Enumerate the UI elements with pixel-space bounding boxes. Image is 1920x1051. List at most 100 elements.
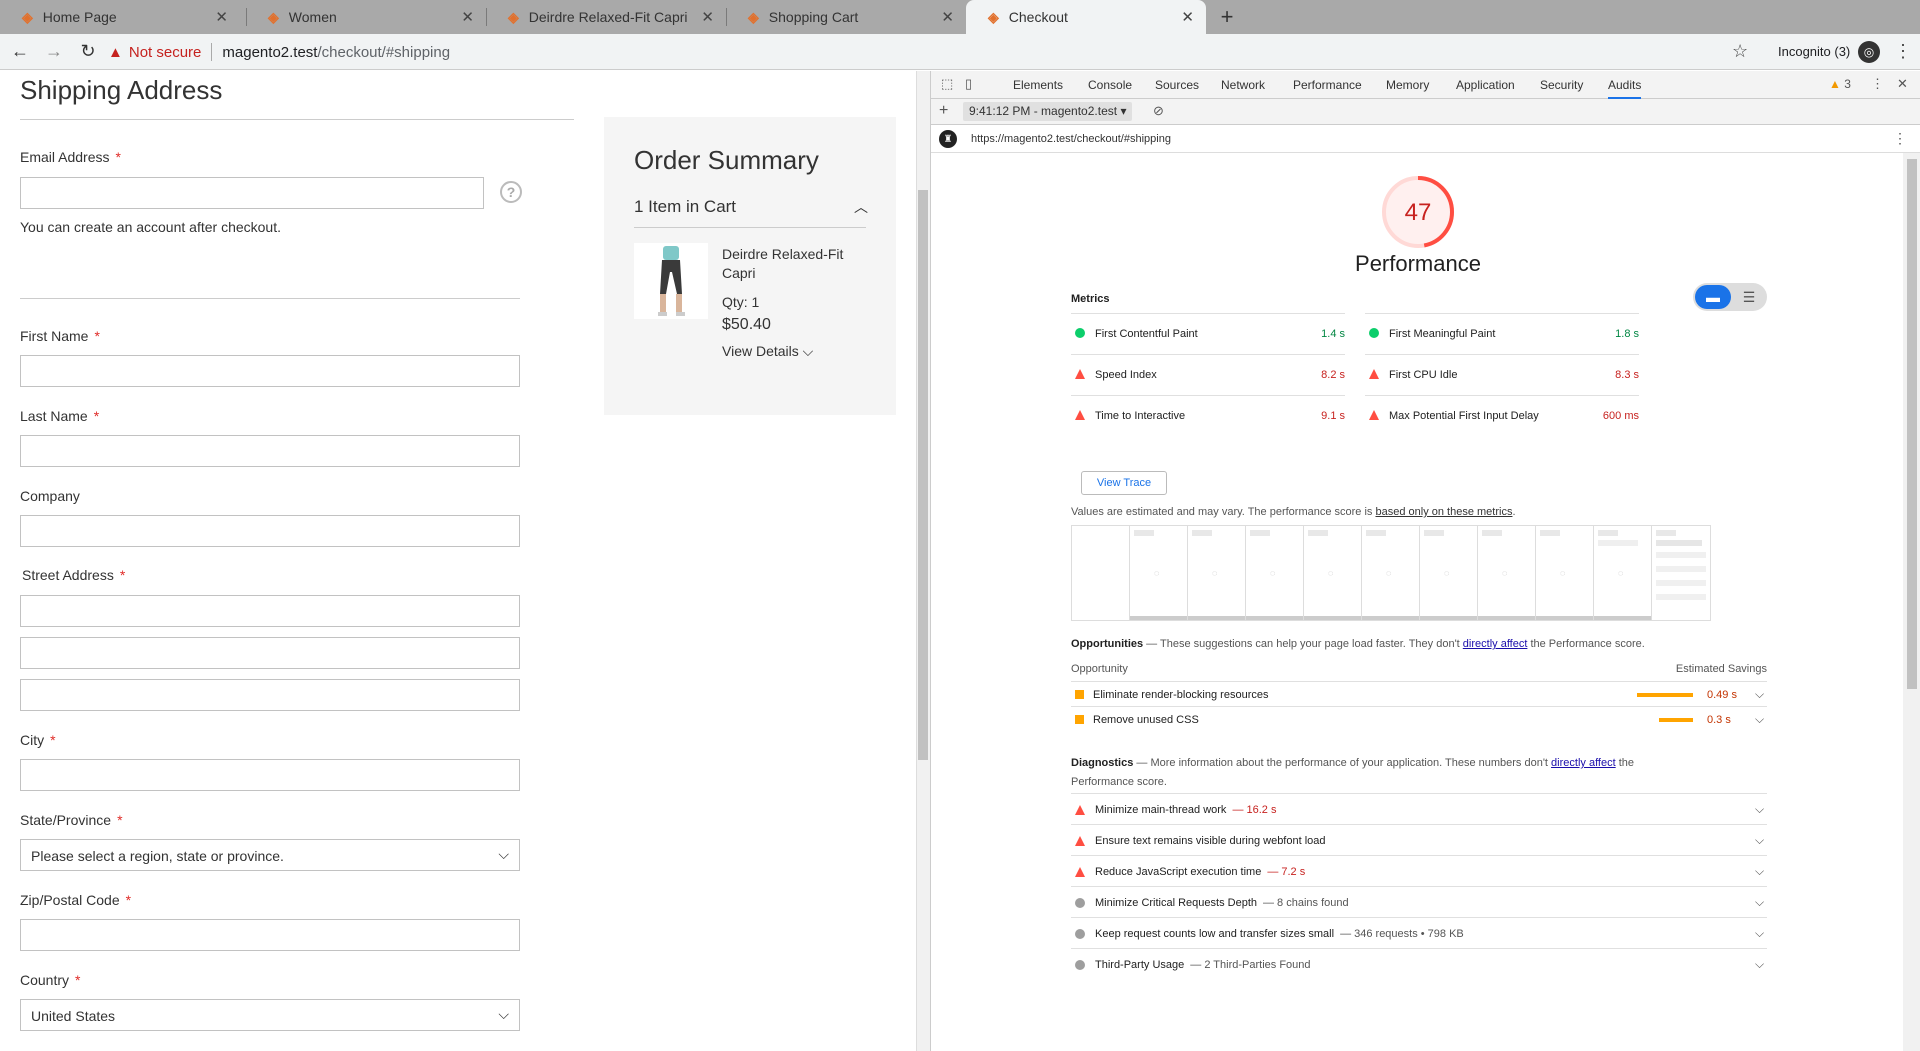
forward-arrow-icon[interactable]: → [40, 38, 68, 66]
diagnostic-row[interactable]: Ensure text remains visible during webfo… [1071, 824, 1767, 855]
diagnostic-row[interactable]: Minimize Critical Requests Depth — 8 chai… [1071, 886, 1767, 917]
devtools-tab-network[interactable]: Network [1221, 78, 1265, 92]
chevron-down-icon[interactable]: ⌵ [1755, 864, 1764, 879]
diagnostic-row[interactable]: Keep request counts low and transfer siz… [1071, 917, 1767, 948]
items-in-cart[interactable]: 1 Item in Cart [634, 197, 736, 217]
country-label: Country * [20, 972, 80, 988]
bookmark-star-icon[interactable]: ☆ [1732, 41, 1748, 62]
company-label: Company [20, 488, 80, 504]
compact-view-icon[interactable]: ▬ [1695, 285, 1731, 309]
new-tab-button[interactable]: + [1212, 0, 1242, 34]
tab-title: Checkout [1008, 9, 1068, 25]
opportunity-row[interactable]: Remove unused CSS 0.3 s ⌵ [1071, 706, 1767, 731]
chevron-down-icon[interactable]: ⌵ [1755, 895, 1764, 910]
last-name-field[interactable] [20, 435, 520, 467]
filmstrip-frame: ◌ [1361, 525, 1421, 621]
chevron-down-icon[interactable]: ⌵ [1755, 687, 1764, 702]
devtools-scrollbar-thumb[interactable] [1907, 159, 1917, 689]
inspect-element-icon[interactable]: ⬚ [941, 76, 953, 92]
help-icon[interactable]: ? [500, 181, 522, 203]
street-line-3-field[interactable] [20, 679, 520, 711]
street-line-2-field[interactable] [20, 637, 520, 669]
report-selector[interactable]: 9:41:12 PM - magento2.test ▾ [963, 102, 1133, 121]
close-icon[interactable]: ✕ [461, 8, 474, 26]
street-label: Street Address * [22, 567, 125, 583]
devtools-tab-audits[interactable]: Audits [1608, 78, 1642, 99]
browser-menu-icon[interactable]: ⋮ [1894, 41, 1912, 62]
info-icon [1075, 960, 1085, 970]
metric-value: 8.2 s [1321, 369, 1345, 381]
close-icon[interactable]: ✕ [215, 8, 228, 26]
clear-icon[interactable]: ⊘ [1153, 103, 1164, 119]
devtools-tab-performance[interactable]: Performance [1293, 78, 1362, 92]
city-field[interactable] [20, 759, 520, 791]
category-title: Performance [1355, 251, 1481, 276]
reload-icon[interactable]: ↻ [74, 38, 102, 66]
device-toolbar-icon[interactable]: ▯ [965, 76, 972, 92]
diagnostic-row[interactable]: Reduce JavaScript execution time — 7.2 s ⌵ [1071, 855, 1767, 886]
report-url: https://magento2.test/checkout/#shipping [971, 133, 1171, 145]
diagnostic-detail: — 346 requests • 798 KB [1340, 928, 1464, 940]
tab-checkout[interactable]: ◈ Checkout ✕ [966, 0, 1206, 34]
metric-name: Speed Index [1095, 369, 1157, 381]
close-icon[interactable]: ✕ [941, 8, 954, 26]
devtools-tab-elements[interactable]: Elements [1013, 78, 1063, 92]
chevron-down-icon[interactable]: ⌵ [1755, 833, 1764, 848]
tab-deirdre-capri[interactable]: ◈ Deirdre Relaxed-Fit Capri ✕ [486, 0, 726, 34]
view-details-toggle[interactable]: View Details ⌵ [722, 343, 813, 360]
chevron-down-icon[interactable]: ⌵ [1755, 957, 1764, 972]
close-devtools-icon[interactable]: ✕ [1897, 76, 1908, 92]
diagnostic-row[interactable]: Minimize main-thread work — 16.2 s ⌵ [1071, 793, 1767, 824]
view-trace-button[interactable]: View Trace [1081, 471, 1167, 495]
devtools-tab-security[interactable]: Security [1540, 78, 1583, 92]
metrics-link[interactable]: based only on these metrics [1375, 506, 1512, 518]
opportunity-row[interactable]: Eliminate render-blocking resources 0.49 … [1071, 681, 1767, 706]
required-mark: * [93, 408, 100, 424]
chevron-down-icon[interactable]: ⌵ [1755, 712, 1764, 727]
tab-shopping-cart[interactable]: ◈ Shopping Cart ✕ [726, 0, 966, 34]
close-icon[interactable]: ✕ [1181, 8, 1194, 26]
diagnostic-row[interactable]: Third-Party Usage — 2 Third-Parties Found… [1071, 948, 1767, 979]
filmstrip-frame: ◌ [1593, 525, 1653, 621]
diagnostic-detail: — 7.2 s [1267, 866, 1306, 878]
devtools-tab-memory[interactable]: Memory [1386, 78, 1429, 92]
frame-logo [1424, 530, 1444, 536]
devtools-tab-sources[interactable]: Sources [1155, 78, 1199, 92]
filmstrip-frame [1071, 525, 1131, 621]
street-line-1-field[interactable] [20, 595, 520, 627]
chevron-down-icon[interactable]: ⌵ [1755, 926, 1764, 941]
page-scrollbar-thumb[interactable] [918, 190, 928, 760]
zip-field[interactable] [20, 919, 520, 951]
incognito-icon[interactable]: ◎ [1858, 41, 1880, 63]
chevron-down-icon[interactable]: ⌵ [1755, 802, 1764, 817]
country-select[interactable]: United States ⌵ [20, 999, 520, 1031]
dropdown-arrow-icon: ▾ [1120, 104, 1127, 118]
filmstrip-frame: ◌ [1129, 525, 1189, 621]
devtools-menu-icon[interactable]: ⋮ [1871, 76, 1884, 92]
back-arrow-icon[interactable]: ← [6, 38, 34, 66]
loading-spinner-icon: ◌ [1502, 568, 1508, 578]
opportunities-desc: — These suggestions can help your page l… [1143, 638, 1463, 650]
chevron-up-icon[interactable]: ︿ [854, 197, 868, 217]
warnings-badge[interactable]: ▲ 3 [1829, 77, 1851, 91]
loading-spinner-icon: ◌ [1444, 568, 1450, 578]
directly-affect-link[interactable]: directly affect [1551, 757, 1616, 769]
metrics-view-toggle[interactable]: ▬ ☰ [1693, 283, 1767, 311]
opportunities-desc-end: the Performance score. [1527, 638, 1645, 650]
address-bar[interactable]: ▲ Not secure magento2.test /checkout/#sh… [108, 37, 1748, 67]
devtools-tab-application[interactable]: Application [1456, 78, 1515, 92]
devtools-tab-console[interactable]: Console [1088, 78, 1132, 92]
state-select[interactable]: Please select a region, state or provinc… [20, 839, 520, 871]
email-field[interactable] [20, 177, 484, 209]
report-menu-icon[interactable]: ⋮ [1893, 130, 1907, 147]
new-audit-icon[interactable]: + [939, 102, 948, 120]
company-field[interactable] [20, 515, 520, 547]
close-icon[interactable]: ✕ [701, 8, 714, 26]
tab-women[interactable]: ◈ Women ✕ [246, 0, 486, 34]
loading-spinner-icon: ◌ [1618, 568, 1624, 578]
first-name-field[interactable] [20, 355, 520, 387]
directly-affect-link[interactable]: directly affect [1463, 638, 1528, 650]
frame-logo [1656, 530, 1676, 536]
tab-home-page[interactable]: ◈ Home Page ✕ [0, 0, 240, 34]
expanded-view-icon[interactable]: ☰ [1733, 285, 1765, 309]
